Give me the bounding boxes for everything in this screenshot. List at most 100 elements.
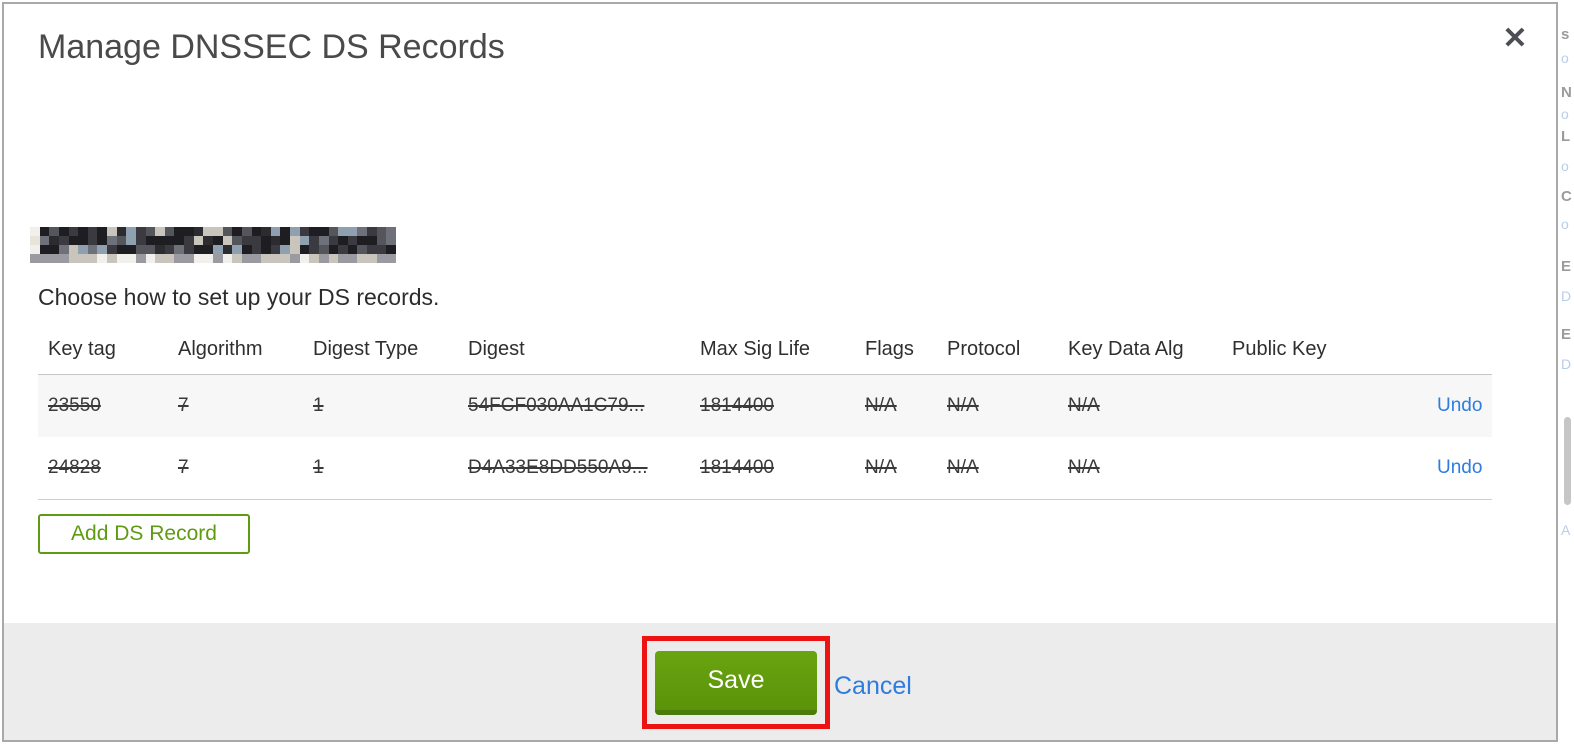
redaction-pixel [30,254,40,263]
undo-link[interactable]: Undo [1437,395,1482,416]
redaction-pixel [68,245,79,254]
redaction-pixel [107,236,117,245]
redaction-pixel [135,245,146,254]
table-cell-action: Undo [1427,457,1492,479]
table-cell: 23550 [48,395,101,416]
redaction-pixel [193,254,204,263]
column-header: Max Sig Life [700,338,811,360]
redaction-pixel [328,245,339,254]
redaction-pixel [30,245,40,254]
redaction-pixel [318,245,329,254]
table-cell: 54FCF030AA1C79... [468,395,645,416]
dnssec-modal: Manage DNSSEC DS Records ✕ Choose how to… [2,2,1558,742]
redaction-pixel [30,236,40,245]
annotation-highlight-box: Save [642,636,830,729]
redaction-pixel [97,245,108,254]
redaction-pixel [299,245,310,254]
background-text-fragment: o [1561,50,1569,66]
table-cell: 7 [178,395,189,416]
redaction-pixel [290,227,300,236]
redaction-pixel [251,227,262,236]
redaction-pixel [241,254,252,263]
redaction-pixel [39,245,50,254]
redaction-pixel [49,254,59,263]
redaction-pixel [87,236,98,245]
table-body: 23550 7 1 54FCF030AA1C79... 1814400 N/A N/A N/A… [38,375,1492,500]
redaction-pixel [68,254,79,263]
table-cell: N/A [1068,395,1100,416]
table-cell: 1 [313,395,324,416]
redaction-pixel [367,236,377,245]
redaction-pixel [376,227,387,236]
redaction-pixel [232,236,242,245]
ds-records-table: Key tag Algorithm Digest Type Digest Max Sig… [38,330,1492,500]
redaction-pixel [367,227,377,236]
redaction-pixel [193,236,204,245]
background-page-sliver: soNoLoCoEDEDA [1560,0,1574,746]
redaction-pixel [299,236,310,245]
redaction-pixel [318,227,329,236]
redaction-pixel [184,254,194,263]
table-cell: 1 [313,457,324,478]
table-cell: 1814400 [700,395,774,416]
redaction-pixel [261,227,271,236]
redaction-pixel [58,245,69,254]
redaction-pixel [155,254,165,263]
cancel-link[interactable]: Cancel [834,672,912,701]
redaction-pixel [145,254,156,263]
redaction-pixel [164,236,175,245]
redaction-pixel [116,236,127,245]
redaction-pixel [213,236,223,245]
undo-link[interactable]: Undo [1437,457,1482,478]
redaction-pixel [164,254,175,263]
redaction-pixel [357,227,368,236]
redaction-pixel [251,245,262,254]
background-text-fragment: o [1561,106,1569,122]
redaction-pixel [347,254,358,263]
table-cell: N/A [1068,457,1100,478]
redaction-pixel [68,227,79,236]
redaction-pixel [155,245,165,254]
redaction-pixel [280,227,291,236]
redaction-pixel [280,245,291,254]
table-cell-action: Undo [1427,395,1492,417]
background-text-fragment: D [1561,356,1572,372]
redaction-pixel [309,245,319,254]
redaction-pixel [270,254,281,263]
redaction-pixel [39,227,50,236]
add-ds-record-button[interactable]: Add DS Record [38,514,250,554]
table-cell: 7 [178,457,189,478]
background-text-fragment: E [1561,258,1572,275]
table-row: 23550 7 1 54FCF030AA1C79... 1814400 N/A N/A N/A… [38,375,1492,437]
redaction-pixel [376,254,387,263]
redaction-pixel [338,254,348,263]
redaction-pixel [309,227,319,236]
redaction-pixel [97,227,108,236]
redaction-pixel [87,245,98,254]
background-scrollbar[interactable] [1564,417,1571,505]
redaction-pixel [290,245,300,254]
redaction-pixel [376,245,387,254]
redaction-pixel [386,254,396,263]
redaction-pixel [251,236,262,245]
redaction-pixel [68,236,79,245]
redaction-pixel [107,254,117,263]
redaction-pixel [222,245,233,254]
page-title: Manage DNSSEC DS Records [38,28,505,66]
redaction-pixel [376,236,387,245]
close-icon[interactable]: ✕ [1498,22,1532,56]
redaction-pixel [338,245,348,254]
redaction-pixel [145,236,156,245]
redaction-pixel [78,227,88,236]
redaction-pixel [78,236,88,245]
background-text-fragment: E [1561,326,1572,343]
redaction-pixel [367,254,377,263]
redaction-pixel [174,227,185,236]
redaction-pixel [299,227,310,236]
redaction-pixel [290,236,300,245]
save-button[interactable]: Save [655,650,817,715]
redaction-pixel [232,245,242,254]
redaction-pixel [126,245,136,254]
redaction-pixel [203,236,213,245]
redaction-pixel [87,227,98,236]
